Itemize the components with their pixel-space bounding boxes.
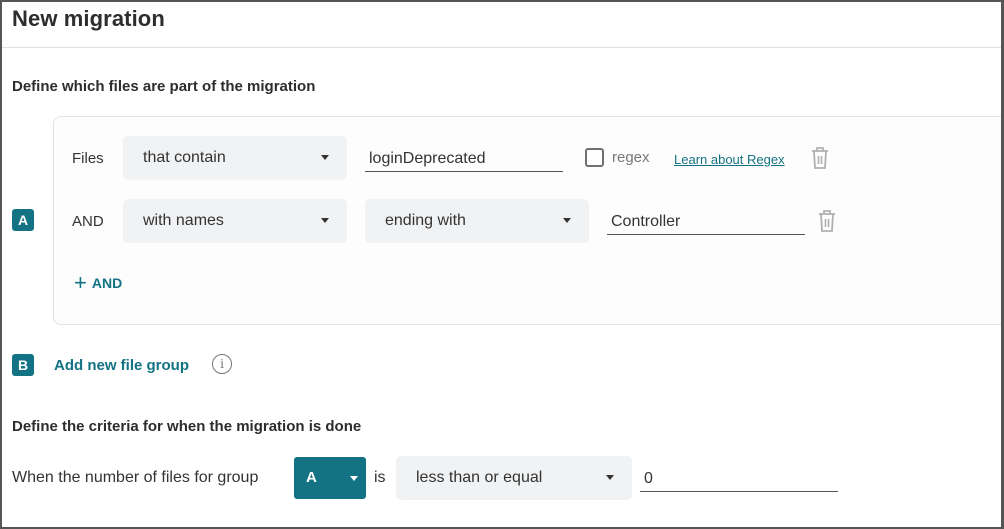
add-and-label: AND xyxy=(91,275,123,291)
contain-selector-value: that contain xyxy=(143,149,226,166)
files-section-title: Define which files are part of the migra… xyxy=(12,78,316,95)
comparator-selector-value: less than or equal xyxy=(416,469,543,486)
regex-label: regex xyxy=(612,149,650,166)
regex-checkbox[interactable] xyxy=(585,148,604,167)
file-group-a-card: Files that contain regex Learn about Reg… xyxy=(53,116,1001,325)
chevron-down-icon xyxy=(321,218,329,223)
add-and-condition-button[interactable]: + AND xyxy=(74,270,123,295)
plus-icon: + xyxy=(74,270,87,295)
info-icon[interactable]: i xyxy=(212,354,232,374)
page-title: New migration xyxy=(12,6,165,31)
group-badge-b: B xyxy=(12,354,34,376)
operator-selector-value: ending with xyxy=(385,212,466,229)
group-selector[interactable]: A xyxy=(294,457,366,499)
names-selector-value: with names xyxy=(143,212,224,229)
chevron-down-icon xyxy=(321,155,329,160)
chevron-down-icon xyxy=(606,475,614,480)
chevron-down-icon xyxy=(563,218,571,223)
chevron-down-icon xyxy=(350,476,358,481)
criteria-prefix-text: When the number of files for group xyxy=(12,469,259,486)
header: New migration xyxy=(2,2,1001,48)
content-search-input[interactable] xyxy=(365,146,563,172)
row-label-and: AND xyxy=(72,213,104,230)
trash-icon[interactable] xyxy=(816,208,838,234)
criteria-section-title: Define the criteria for when the migrati… xyxy=(12,418,362,435)
group-selector-value: A xyxy=(306,469,317,486)
trash-icon[interactable] xyxy=(809,145,831,171)
criteria-connector-text: is xyxy=(374,469,386,486)
threshold-input[interactable] xyxy=(640,466,838,492)
row-label-files: Files xyxy=(72,150,104,167)
learn-about-regex-link[interactable]: Learn about Regex xyxy=(674,152,785,167)
comparator-selector[interactable]: less than or equal xyxy=(396,456,632,500)
add-new-file-group-button[interactable]: Add new file group xyxy=(54,357,189,374)
contain-selector[interactable]: that contain xyxy=(123,136,347,180)
group-badge-a: A xyxy=(12,209,34,231)
names-selector[interactable]: with names xyxy=(123,199,347,243)
new-migration-window: New migration Define which files are par… xyxy=(2,2,1001,527)
name-ending-input[interactable] xyxy=(607,209,805,235)
operator-selector[interactable]: ending with xyxy=(365,199,589,243)
